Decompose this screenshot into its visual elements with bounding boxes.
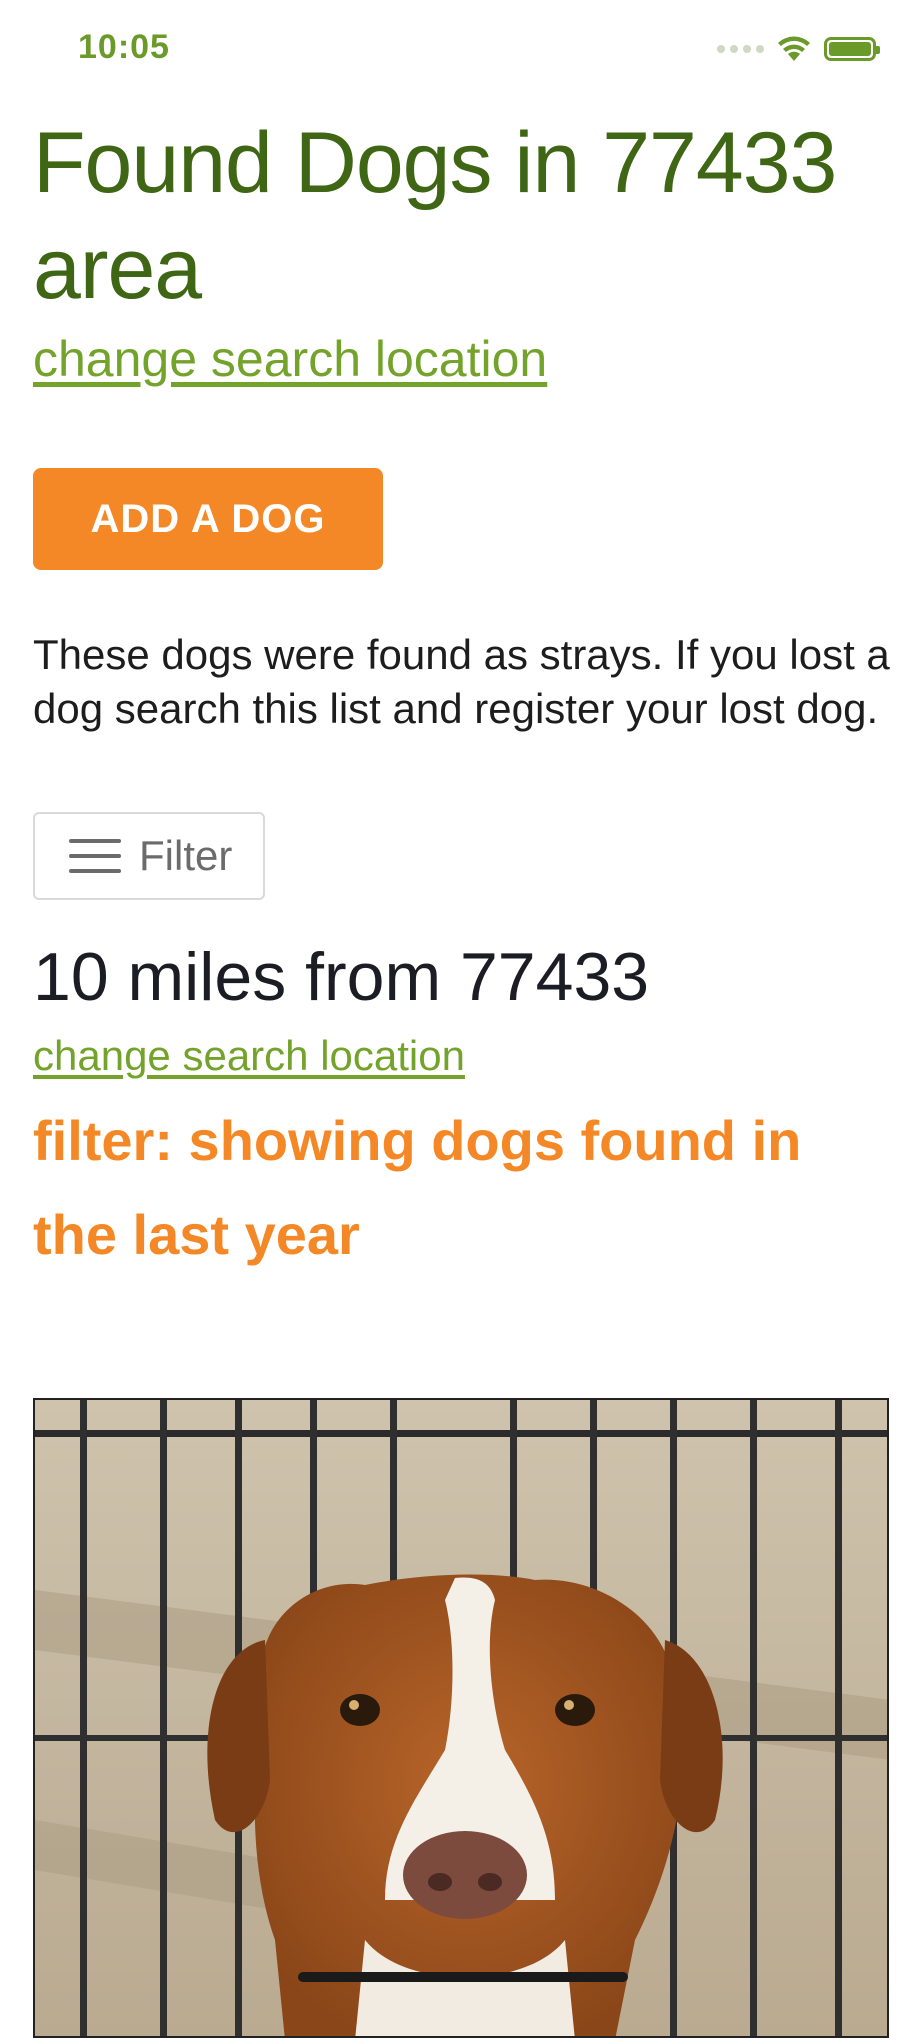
status-bar: 10:05 — [0, 0, 924, 100]
filter-button[interactable]: Filter — [33, 812, 265, 900]
status-icons — [717, 32, 880, 66]
dog-photo[interactable] — [33, 1398, 889, 2038]
filter-label: Filter — [139, 832, 233, 879]
signal-icon — [717, 45, 764, 53]
main-content: Found Dogs in 77433 area change search l… — [33, 110, 893, 1282]
wifi-icon — [776, 35, 812, 63]
dog-in-crate-image — [35, 1400, 887, 2036]
distance-heading: 10 miles from 77433 — [33, 939, 650, 1015]
filter-note: filter: showing dogs found in the last y… — [33, 1109, 802, 1266]
battery-icon — [824, 37, 880, 61]
change-search-location-link-secondary[interactable]: change search location — [33, 1032, 893, 1080]
intro-text: These dogs were found as strays. If you … — [33, 631, 890, 732]
home-indicator[interactable] — [298, 1972, 628, 1982]
status-time: 10:05 — [78, 28, 170, 66]
change-search-location-link[interactable]: change search location — [33, 330, 893, 388]
page-title: Found Dogs in 77433 area — [33, 115, 837, 317]
hamburger-menu-icon — [69, 839, 121, 873]
add-a-dog-button[interactable]: ADD A DOG — [33, 468, 383, 570]
